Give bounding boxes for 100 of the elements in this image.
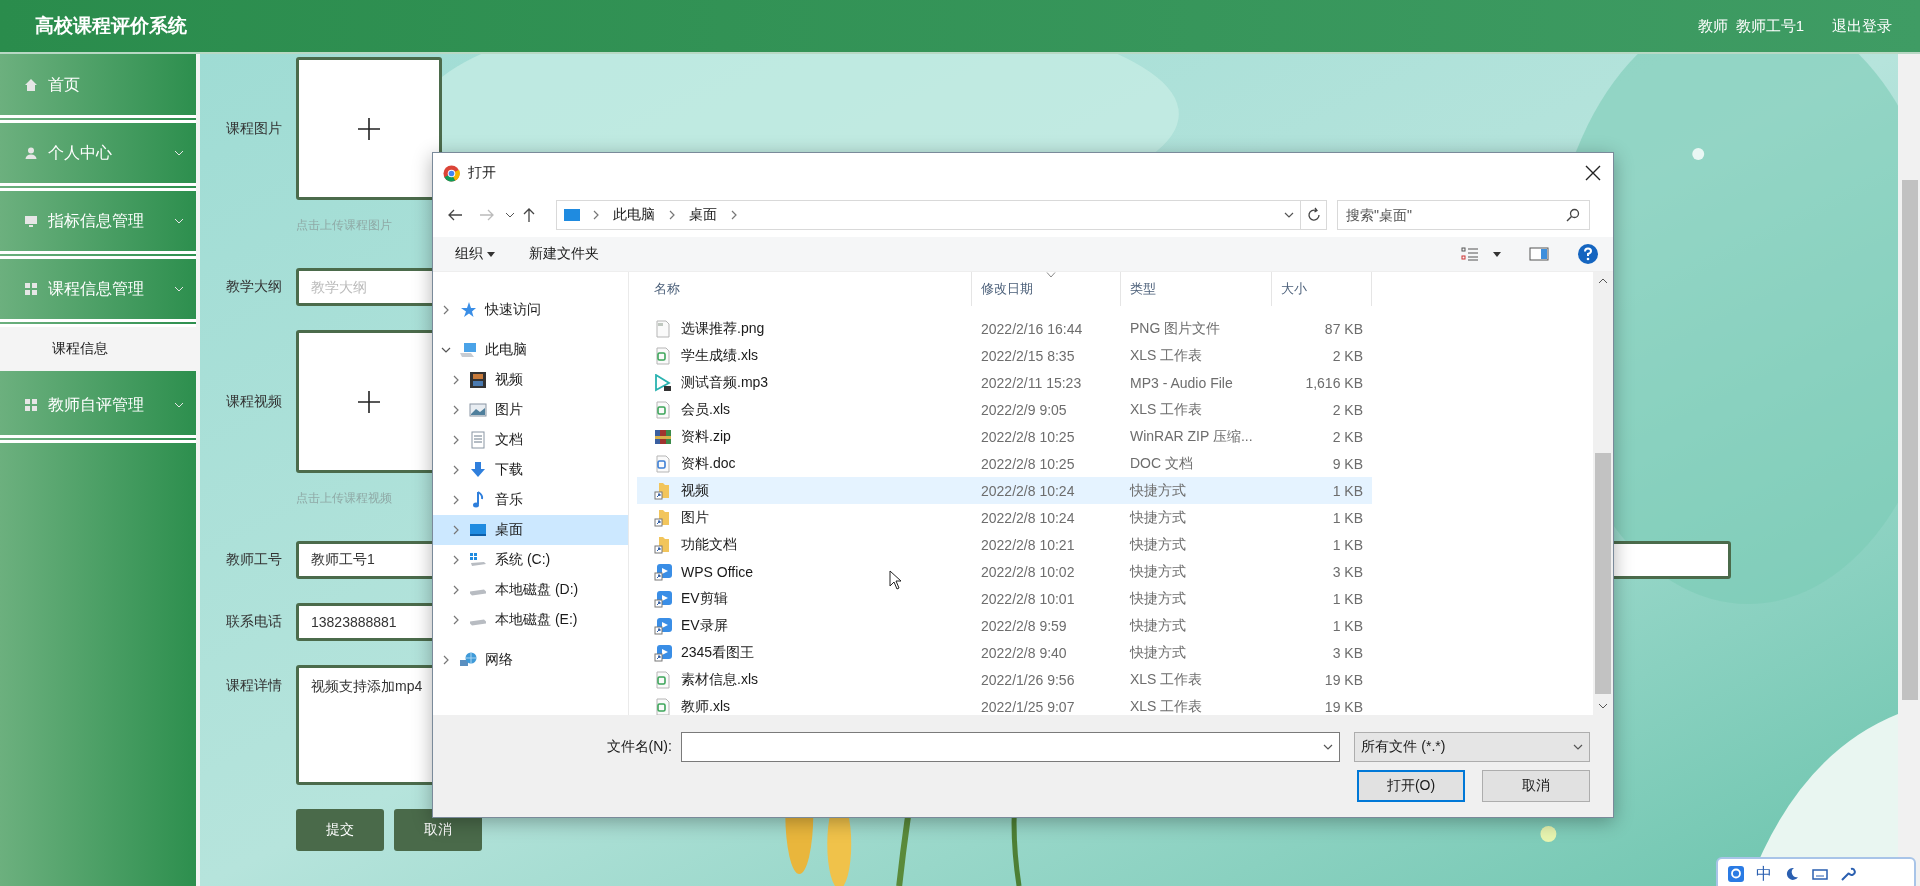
chevron-icon[interactable] — [667, 210, 677, 220]
preview-pane-icon[interactable] — [1529, 246, 1549, 262]
nav-item[interactable]: 音乐 — [433, 485, 628, 515]
toolbar-button[interactable]: 组织 — [443, 241, 507, 267]
file-row[interactable]: 资料.doc 2022/2/8 10:25 DOC 文档 9 KB — [637, 450, 1372, 477]
nav-item[interactable]: 快速访问 — [433, 295, 628, 325]
app-icon — [654, 562, 672, 581]
file-size: 1 KB — [1331, 509, 1364, 526]
chevron-icon[interactable] — [451, 465, 461, 475]
toolbar-button[interactable]: 新建文件夹 — [517, 241, 611, 267]
column-header[interactable]: 名称 — [637, 272, 972, 306]
file-row[interactable]: 2345看图王 2022/2/8 9:40 快捷方式 3 KB — [637, 639, 1372, 666]
search-icon[interactable] — [1728, 866, 1744, 882]
nav-item[interactable]: 图片 — [433, 395, 628, 425]
chevron-icon[interactable] — [441, 305, 451, 315]
scrollbar[interactable] — [1593, 272, 1613, 715]
nav-item[interactable]: 系统 (C:) — [433, 545, 628, 575]
chevron-icon[interactable] — [1573, 742, 1583, 752]
filename-field[interactable] — [680, 732, 1341, 762]
file-name: 资料.doc — [681, 454, 736, 473]
caret-icon[interactable] — [1493, 251, 1501, 257]
input-mode[interactable]: 中 — [1756, 863, 1772, 885]
file-row[interactable]: 选课推荐.png 2022/2/16 16:44 PNG 图片文件 87 KB — [637, 315, 1372, 342]
file-type: DOC 文档 — [1129, 454, 1194, 473]
file-row[interactable]: EV录屏 2022/2/8 9:59 快捷方式 1 KB — [637, 612, 1372, 639]
moon-icon[interactable] — [1784, 866, 1800, 882]
app-icon — [654, 643, 672, 662]
nav-item[interactable]: 下载 — [433, 455, 628, 485]
keyboard-icon[interactable] — [1812, 866, 1828, 882]
file-type: XLS 工作表 — [1129, 400, 1204, 419]
film-icon — [469, 371, 487, 389]
file-row[interactable]: 学生成绩.xls 2022/2/15 8:35 XLS 工作表 2 KB — [637, 342, 1372, 369]
file-row[interactable]: EV剪辑 2022/2/8 10:01 快捷方式 1 KB — [637, 585, 1372, 612]
chevron-icon[interactable] — [1323, 742, 1334, 752]
refresh-button[interactable] — [1301, 200, 1327, 230]
chevron-icon[interactable] — [441, 345, 451, 355]
file-row[interactable]: 测试音频.mp3 2022/2/11 15:23 MP3 - Audio File 1,616 KB — [637, 369, 1372, 396]
app-title: 高校课程评价系统 — [35, 14, 187, 38]
file-type: 快捷方式 — [1128, 535, 1187, 554]
file-row[interactable]: 视频 2022/2/8 10:24 快捷方式 1 KB — [637, 477, 1372, 504]
close-icon[interactable] — [1583, 163, 1603, 183]
dialog-button[interactable]: 取消 — [1482, 770, 1590, 802]
nav-item[interactable]: 桌面 — [433, 515, 628, 545]
scroll-thumb[interactable] — [1595, 453, 1611, 694]
view-icon[interactable] — [1461, 246, 1479, 262]
chevron-icon[interactable] — [729, 210, 739, 220]
help-icon[interactable] — [1577, 243, 1599, 265]
file-size: 19 KB — [1323, 698, 1364, 715]
breadcrumb-item[interactable]: 桌面 — [687, 206, 719, 224]
back-arrow-icon[interactable] — [447, 207, 463, 223]
form-button[interactable]: 提交 — [296, 809, 384, 851]
file-row[interactable]: 会员.xls 2022/2/9 9:05 XLS 工作表 2 KB — [637, 396, 1372, 423]
file-row[interactable]: 素材信息.xls 2022/1/26 9:56 XLS 工作表 19 KB — [637, 666, 1372, 693]
chevron-icon[interactable] — [451, 435, 461, 445]
address-bar[interactable]: 此电脑 桌面 — [556, 200, 1301, 230]
file-row[interactable]: WPS Office 2022/2/8 10:02 快捷方式 3 KB — [637, 558, 1372, 585]
plus-icon — [358, 390, 380, 413]
file-row[interactable]: 图片 2022/2/8 10:24 快捷方式 1 KB — [637, 504, 1372, 531]
chevron-icon[interactable] — [451, 615, 461, 625]
chevron-icon[interactable] — [505, 210, 515, 220]
nav-item[interactable]: 此电脑 — [433, 335, 628, 365]
file-name: 测试音频.mp3 — [681, 373, 769, 392]
file-row[interactable]: 教师.xls 2022/1/25 9:07 XLS 工作表 19 KB — [637, 693, 1372, 715]
file-row[interactable]: 资料.zip 2022/2/8 10:25 WinRAR ZIP 压缩... 2 KB — [637, 423, 1372, 450]
chevron-icon[interactable] — [441, 655, 451, 665]
chevron-icon[interactable] — [451, 375, 461, 385]
scroll-down-icon[interactable] — [1598, 701, 1608, 711]
file-row[interactable]: 功能文档 2022/2/8 10:21 快捷方式 1 KB — [637, 531, 1372, 558]
column-header[interactable]: 修改日期 — [972, 272, 1121, 306]
dialog-button[interactable]: 打开(O) — [1357, 770, 1465, 802]
scroll-up-icon[interactable] — [1598, 276, 1608, 286]
nav-item[interactable]: 网络 — [433, 645, 628, 675]
chevron-icon[interactable] — [451, 495, 461, 505]
nav-item[interactable]: 文档 — [433, 425, 628, 455]
scrollbar[interactable] — [1898, 54, 1920, 886]
column-header[interactable]: 大小 — [1272, 272, 1372, 306]
folder-shortcut-icon — [654, 481, 672, 500]
column-header[interactable]: 类型 — [1121, 272, 1272, 306]
download-icon — [469, 461, 487, 479]
chevron-icon[interactable] — [451, 555, 461, 565]
folder-shortcut-icon — [654, 508, 672, 527]
submenu-item[interactable]: 课程信息 — [0, 327, 196, 371]
chevron-icon[interactable] — [591, 210, 601, 220]
search-field[interactable]: 搜索"桌面" — [1337, 200, 1590, 230]
nav-item[interactable]: 视频 — [433, 365, 628, 395]
chevron-icon[interactable] — [451, 405, 461, 415]
chevron-icon[interactable] — [451, 525, 461, 535]
chevron-icon[interactable] — [1284, 210, 1294, 220]
chevron-icon[interactable] — [451, 585, 461, 595]
file-type-dropdown[interactable]: 所有文件 (*.*) — [1354, 732, 1590, 762]
nav-item[interactable]: 本地磁盘 (E:) — [433, 605, 628, 635]
file-size: 19 KB — [1323, 671, 1364, 688]
scroll-thumb[interactable] — [1902, 180, 1918, 700]
up-arrow-icon[interactable] — [521, 207, 537, 223]
breadcrumb-item[interactable]: 此电脑 — [611, 206, 657, 224]
upload-box[interactable] — [296, 57, 442, 200]
drive-icon — [469, 551, 487, 569]
nav-item[interactable]: 本地磁盘 (D:) — [433, 575, 628, 605]
wrench-icon[interactable] — [1840, 866, 1856, 882]
file-name: EV剪辑 — [681, 589, 728, 608]
